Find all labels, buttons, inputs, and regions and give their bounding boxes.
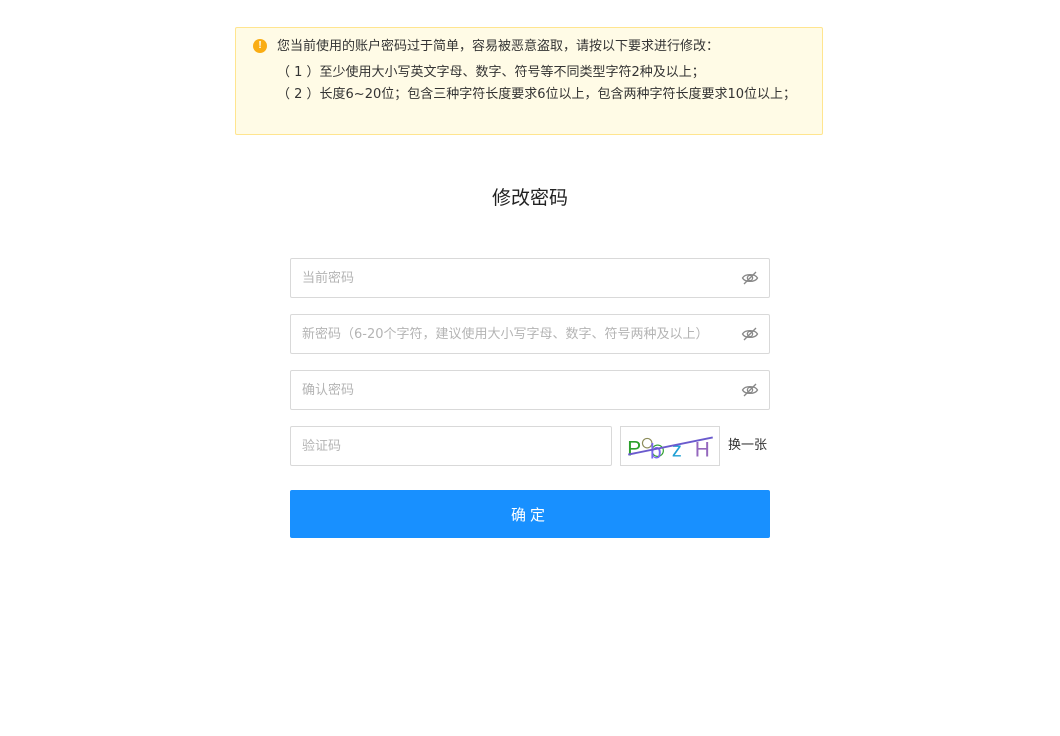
current-password-input[interactable] [291, 259, 769, 297]
password-warning-alert: ! 您当前使用的账户密码过于简单，容易被恶意盗取，请按以下要求进行修改： （ 1… [235, 27, 823, 135]
info-circle-icon: ! [253, 39, 267, 53]
eye-hidden-icon[interactable] [741, 269, 759, 287]
warning-rule-1: （ 1 ）至少使用大小写英文字母、数字、符号等不同类型字符2种及以上； [277, 65, 705, 80]
refresh-captcha-link[interactable]: 换一张 [728, 436, 767, 456]
new-password-input[interactable] [291, 315, 769, 353]
submit-button[interactable]: 确定 [290, 490, 770, 538]
change-password-page: ! 您当前使用的账户密码过于简单，容易被恶意盗取，请按以下要求进行修改： （ 1… [0, 0, 1060, 736]
current-password-field [290, 258, 770, 298]
captcha-char-3: z [672, 439, 682, 461]
confirm-password-input[interactable] [291, 371, 769, 409]
captcha-char-4: H [695, 438, 710, 461]
warning-rule-2: （ 2 ）长度6~20位；包含三种字符长度要求6位以上，包含两种字符长度要求10… [277, 87, 797, 102]
captcha-char-2: b [650, 440, 662, 463]
warning-title: 您当前使用的账户密码过于简单，容易被恶意盗取，请按以下要求进行修改： [277, 39, 720, 54]
confirm-password-field [290, 370, 770, 410]
captcha-char-1: P [627, 438, 641, 461]
captcha-field [290, 426, 612, 466]
eye-hidden-icon[interactable] [741, 325, 759, 343]
new-password-field [290, 314, 770, 354]
page-title: 修改密码 [491, 187, 568, 209]
captcha-input[interactable] [291, 427, 611, 465]
eye-hidden-icon[interactable] [741, 381, 759, 399]
captcha-image[interactable]: P b z H [620, 426, 720, 466]
